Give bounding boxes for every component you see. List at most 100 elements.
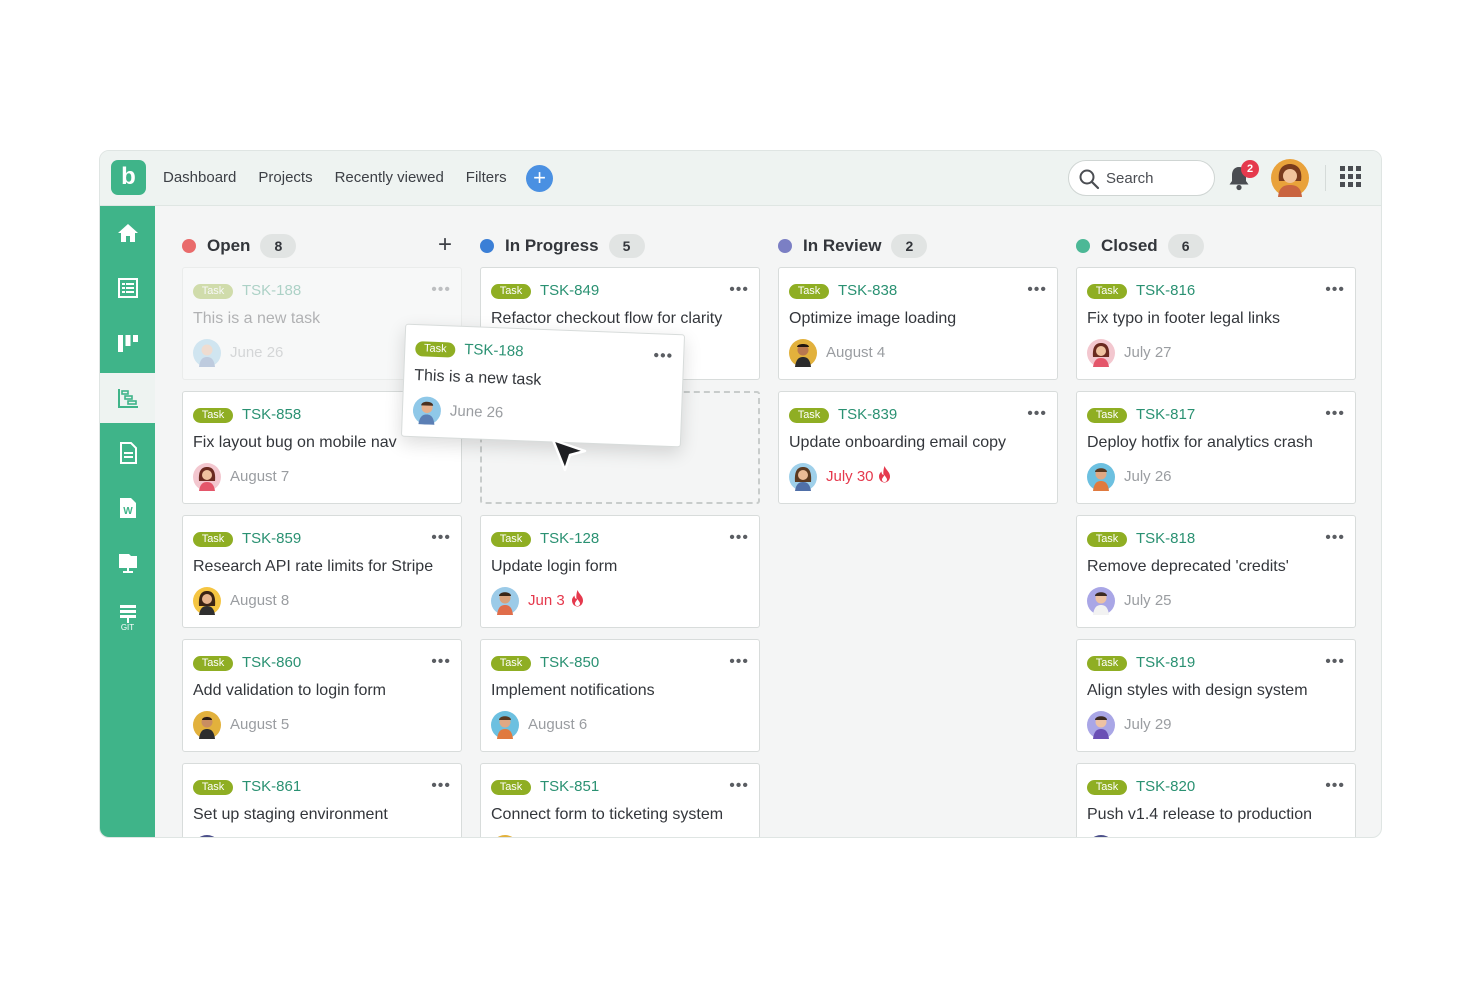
column-title: In Progress [505,236,599,255]
dragging-task-card[interactable]: Task TSK-188 ••• This is a new task June… [400,323,686,448]
sidebar: W GIT [100,206,155,837]
card-menu-icon[interactable]: ••• [1027,405,1047,423]
task-key[interactable]: TSK-860 [242,654,301,671]
assignee-avatar [412,396,441,425]
due-date: August 6 [528,716,588,733]
assignee-avatar [193,339,221,367]
assignee-avatar [199,835,215,837]
task-key[interactable]: TSK-128 [540,530,599,547]
due-date: August 8 [230,592,290,609]
task-key[interactable]: TSK-850 [540,654,599,671]
card-menu-icon[interactable]: ••• [1027,281,1047,299]
card-menu-icon[interactable]: ••• [1325,405,1345,423]
sidebar-item-home[interactable] [100,208,155,258]
task-key[interactable]: TSK-820 [1136,778,1195,795]
task-type-tag: Task [491,532,531,547]
assignee-avatar [1093,835,1109,837]
task-card[interactable]: Task TSK-839 ••• Update onboarding email… [778,391,1058,504]
add-button[interactable]: + [526,165,553,192]
toolbar-divider [1325,165,1326,191]
card-menu-icon[interactable]: ••• [653,347,673,366]
sidebar-item-gantt[interactable] [100,373,155,423]
nav-filters[interactable]: Filters [466,169,507,186]
nav-recently-viewed[interactable]: Recently viewed [335,169,444,186]
column-count: 5 [608,234,645,258]
card-menu-icon[interactable]: ••• [431,653,451,671]
search-input[interactable] [1106,168,1206,188]
assignee-avatar [193,711,221,739]
card-menu-icon[interactable]: ••• [729,529,749,547]
task-key[interactable]: TSK-861 [242,778,301,795]
svg-text:W: W [123,506,133,517]
task-card[interactable]: Task TSK-861 ••• Set up staging environm… [182,763,462,837]
app-logo[interactable]: b [111,160,146,195]
task-type-tag: Task [1087,780,1127,795]
word-doc-icon: W [119,498,136,518]
task-key[interactable]: TSK-851 [540,778,599,795]
task-card[interactable]: Task TSK-851 ••• Connect form to ticketi… [480,763,760,837]
git-label: GIT [120,623,135,632]
task-key: TSK-188 [463,340,524,361]
sidebar-item-board[interactable] [100,318,155,368]
assignee-avatar [789,339,817,367]
card-menu-icon[interactable]: ••• [1325,281,1345,299]
sidebar-item-presentations[interactable] [100,538,155,588]
add-card-button[interactable]: + [438,233,452,257]
card-menu-icon[interactable]: ••• [1325,653,1345,671]
task-key[interactable]: TSK-858 [242,406,301,423]
task-title: Connect form to ticketing system [491,806,724,823]
list-icon [117,278,138,298]
task-type-tag: Task [193,408,233,423]
task-card[interactable]: Task TSK-860 ••• Add validation to login… [182,639,462,752]
due-date: August 7 [230,468,290,485]
card-menu-icon[interactable]: ••• [729,777,749,795]
task-key[interactable]: TSK-818 [1136,530,1195,547]
card-menu-icon[interactable]: ••• [1325,529,1345,547]
column-header-in-review: In Review 2 [778,233,928,259]
user-avatar[interactable] [1271,159,1309,197]
column-title: In Review [803,236,882,255]
task-key[interactable]: TSK-838 [838,282,897,299]
card-menu-icon[interactable]: ••• [431,529,451,547]
task-key[interactable]: TSK-817 [1136,406,1195,423]
sidebar-item-list[interactable] [100,263,155,313]
task-key[interactable]: TSK-849 [540,282,599,299]
git-icon [119,605,136,623]
nav-projects[interactable]: Projects [258,169,312,186]
task-key[interactable]: TSK-859 [242,530,301,547]
task-card[interactable]: Task TSK-817 ••• Deploy hotfix for analy… [1076,391,1356,504]
card-menu-icon[interactable]: ••• [1325,777,1345,795]
task-title: Update onboarding email copy [789,434,1007,451]
task-card[interactable]: Task TSK-819 ••• Align styles with desig… [1076,639,1356,752]
task-card[interactable]: Task TSK-838 ••• Optimize image loading … [778,267,1058,380]
card-menu-icon[interactable]: ••• [729,653,749,671]
task-key[interactable]: TSK-816 [1136,282,1195,299]
sidebar-item-word-docs[interactable]: W [100,483,155,533]
status-dot [480,239,494,253]
task-key[interactable]: TSK-839 [838,406,897,423]
task-title: Deploy hotfix for analytics crash [1087,434,1313,451]
task-title: Add validation to login form [193,682,386,699]
nav-dashboard[interactable]: Dashboard [163,169,236,186]
task-card[interactable]: Task TSK-859 ••• Research API rate limit… [182,515,462,628]
card-menu-icon[interactable]: ••• [729,281,749,299]
assignee-avatar [193,587,221,615]
status-dot [1076,239,1090,253]
search-box[interactable] [1068,160,1215,196]
task-card[interactable]: Task TSK-820 ••• Push v1.4 release to pr… [1076,763,1356,837]
task-card[interactable]: Task TSK-816 ••• Fix typo in footer lega… [1076,267,1356,380]
task-card[interactable]: Task TSK-850 ••• Implement notifications… [480,639,760,752]
top-bar: b Dashboard Projects Recently viewed Fil… [100,151,1381,206]
task-type-tag: Task [1087,408,1127,423]
task-title: Research API rate limits for Stripe [193,558,434,575]
column-title: Open [207,236,251,255]
sidebar-item-git[interactable]: GIT [100,593,155,643]
task-key[interactable]: TSK-819 [1136,654,1195,671]
apps-grid-icon[interactable] [1340,166,1362,188]
card-menu-icon[interactable]: ••• [431,777,451,795]
sidebar-item-documents[interactable] [100,428,155,478]
due-date: August 5 [230,716,290,733]
assignee-avatar [1087,339,1115,367]
task-card[interactable]: Task TSK-818 ••• Remove deprecated 'cred… [1076,515,1356,628]
task-card[interactable]: Task TSK-128 ••• Update login form Jun 3 [480,515,760,628]
